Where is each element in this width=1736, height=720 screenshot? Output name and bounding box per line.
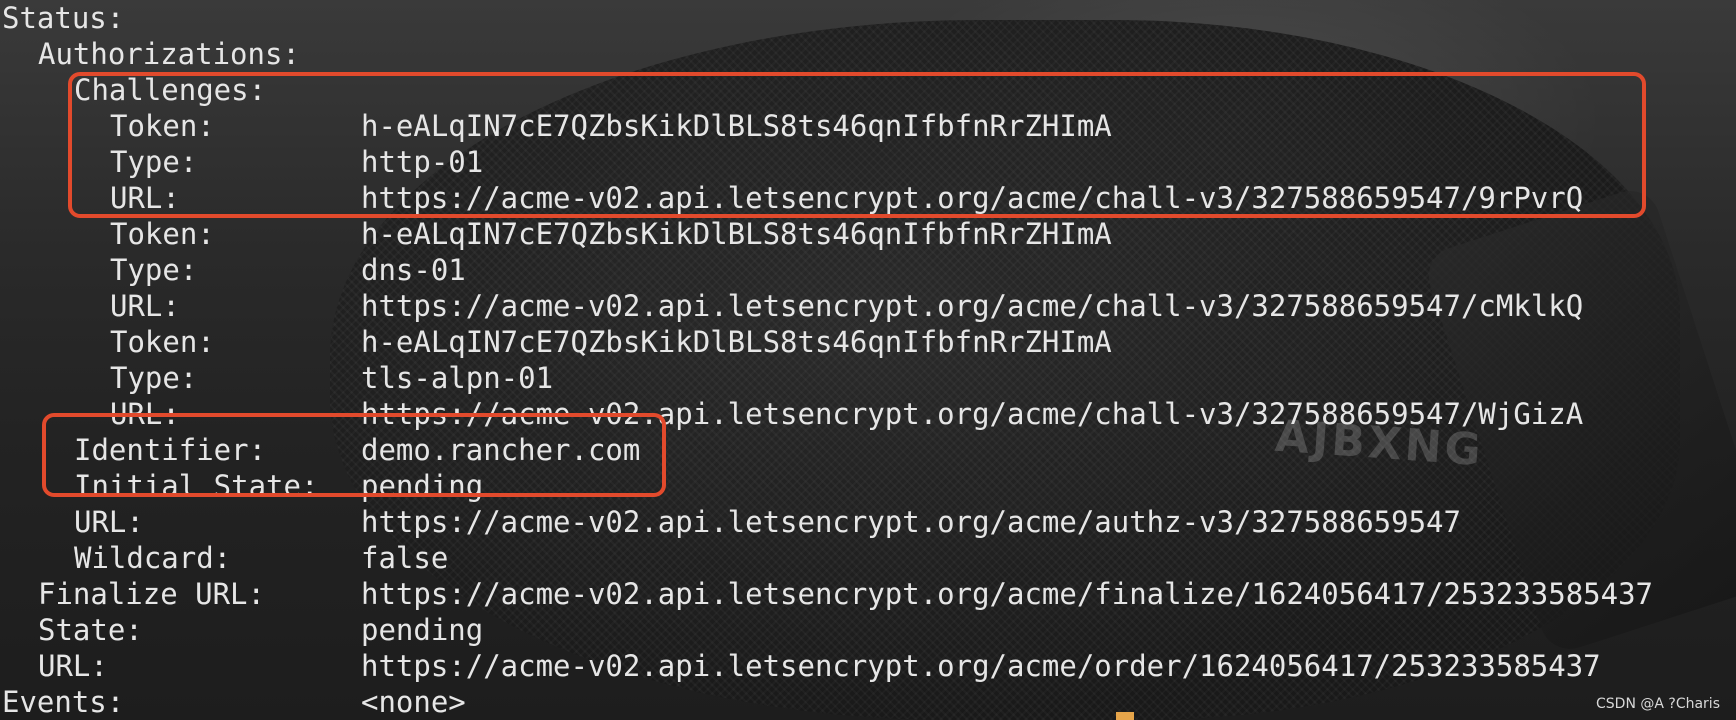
terminal-cursor (1116, 712, 1134, 720)
order-url-label: URL: (38, 649, 108, 683)
challenge-type-label: Type: (110, 361, 198, 395)
challenge-token-line: Token: h-eALqIN7cE7QZbsKikDlBLS8ts46qnIf… (0, 108, 1112, 144)
challenge-type-line: Type: tls-alpn-01 (0, 360, 553, 396)
challenge-type-line: Type: http-01 (0, 144, 483, 180)
challenge-type-label: Type: (110, 253, 198, 287)
watermark-text: CSDN @A ?Charis (1596, 696, 1720, 712)
challenge-token-line: Token: h-eALqIN7cE7QZbsKikDlBLS8ts46qnIf… (0, 324, 1112, 360)
events-value: <none> (361, 685, 466, 719)
challenge-type-line: Type: dns-01 (0, 252, 466, 288)
challenge-token-value: h-eALqIN7cE7QZbsKikDlBLS8ts46qnIfbfnRrZH… (361, 217, 1112, 251)
state-line: State: pending (0, 612, 483, 648)
challenge-token-line: Token: h-eALqIN7cE7QZbsKikDlBLS8ts46qnIf… (0, 216, 1112, 252)
challenge-token-value: h-eALqIN7cE7QZbsKikDlBLS8ts46qnIfbfnRrZH… (361, 325, 1112, 359)
state-label: State: (38, 613, 143, 647)
challenge-token-label: Token: (110, 217, 215, 251)
challenge-type-value: dns-01 (361, 253, 466, 287)
challenge-url-line: URL: https://acme-v02.api.letsencrypt.or… (0, 180, 1583, 216)
challenge-url-label: URL: (110, 289, 180, 323)
wildcard-value: false (361, 541, 449, 575)
finalize-url-label: Finalize URL: (38, 577, 265, 611)
wildcard-label: Wildcard: (74, 541, 232, 575)
challenges-line: Challenges: (0, 72, 266, 108)
challenge-type-value: tls-alpn-01 (361, 361, 554, 395)
authz-url-line: URL: https://acme-v02.api.letsencrypt.or… (0, 504, 1461, 540)
authz-url-value: https://acme-v02.api.letsencrypt.org/acm… (361, 505, 1461, 539)
terminal-window: AJBXNG Status: Authorizations: Challenge… (0, 0, 1736, 720)
finalize-url-value: https://acme-v02.api.letsencrypt.org/acm… (361, 577, 1654, 611)
authorizations-label: Authorizations: (38, 37, 300, 71)
challenge-highlight-box (68, 72, 1646, 218)
authz-url-label: URL: (74, 505, 144, 539)
order-url-value: https://acme-v02.api.letsencrypt.org/acm… (361, 649, 1601, 683)
authorizations-line: Authorizations: (0, 36, 300, 72)
challenge-url-value: https://acme-v02.api.letsencrypt.org/acm… (361, 289, 1584, 323)
challenge-url-line: URL: https://acme-v02.api.letsencrypt.or… (0, 288, 1583, 324)
state-value: pending (361, 613, 484, 647)
status-line: Status: (0, 0, 124, 36)
challenge-token-label: Token: (110, 325, 215, 359)
wildcard-line: Wildcard: false (0, 540, 448, 576)
order-url-line: URL: https://acme-v02.api.letsencrypt.or… (0, 648, 1601, 684)
events-label: Events: (2, 685, 125, 719)
finalize-url-line: Finalize URL: https://acme-v02.api.letse… (0, 576, 1653, 612)
identifier-highlight-box (42, 413, 666, 497)
events-line: Events: <none> (0, 684, 466, 720)
status-label: Status: (2, 1, 125, 35)
